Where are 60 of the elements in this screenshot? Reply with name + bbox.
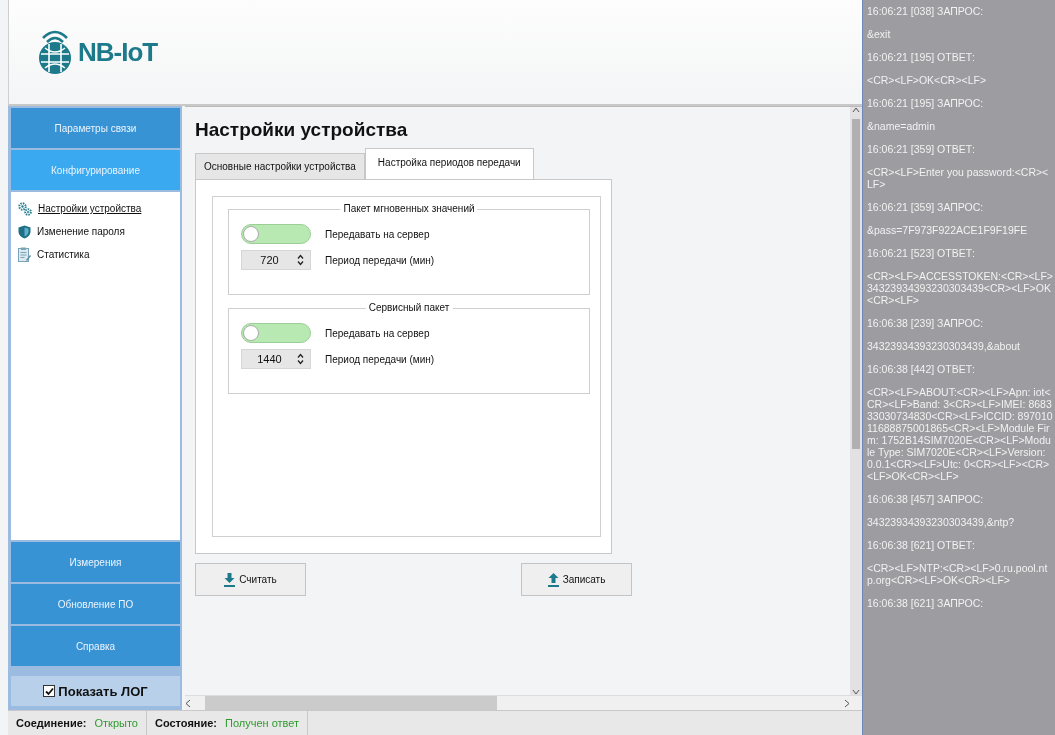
- log-line: 16:06:21 [195] ОТВЕТ:: [867, 51, 976, 63]
- toggle-switch[interactable]: [241, 323, 311, 343]
- shield-icon: [18, 224, 31, 239]
- log-line: 34323934393230303439,&about: [867, 340, 1021, 352]
- scroll-up-icon: [852, 107, 860, 113]
- status-label: Соединение:: [16, 717, 87, 729]
- log-line: 34323934393230303439,&ntp?: [867, 516, 1016, 528]
- toggle-label: Передавать на сервер: [325, 327, 430, 339]
- logo-text: NB-IoT: [78, 36, 158, 68]
- page-title: Настройки устройства: [195, 119, 408, 141]
- log-line: &name=admin: [867, 120, 936, 132]
- log-line: 16:06:38 [621] ОТВЕТ:: [867, 539, 976, 551]
- log-line: 16:06:21 [195] ЗАПРОС:: [867, 97, 985, 109]
- status-value: Открыто: [94, 717, 138, 729]
- log-line: <CR><LF>ACCESSTOKEN:<CR><LF>34323934393230303439<CR><LF>OK<CR><LF>: [867, 270, 1053, 306]
- field-label: Период передачи (мин): [325, 353, 435, 365]
- spin-arrows-icon: [297, 353, 304, 365]
- scroll-left-icon: [185, 698, 191, 708]
- toggle-label: Передавать на сервер: [325, 228, 430, 240]
- sidebar-link[interactable]: Статистика: [37, 249, 90, 260]
- toggle-switch[interactable]: [241, 224, 311, 244]
- log-line: <CR><LF>ABOUT:<CR><LF>Apn: iot<CR><LF>Band: 3<CR><LF>IMEI: 868333030734830<CR><LF>ICCID: 89701011688875001865<CR><LF>Module Firm: 1752B14SIM7020E<CR><LF>Module Type: SIM7020E<CR><LF>Version: 0.0.1<CR><LF>Utc: 0<CR><LF><CR><LF>OK<CR><LF>: [867, 386, 1053, 482]
- number-field[interactable]: 1440: [241, 349, 311, 369]
- log-line: &exit: [867, 28, 892, 40]
- scroll-down-icon: [852, 689, 860, 695]
- spin-arrows-icon: [297, 254, 304, 266]
- log-line: 16:06:38 [239] ЗАПРОС:: [867, 317, 985, 329]
- log-line: <CR><LF>OK<CR><LF>: [867, 74, 988, 86]
- field-label: Период передачи (мин): [325, 254, 435, 266]
- log-line: 16:06:21 [038] ЗАПРОС:: [867, 5, 985, 17]
- sidebar-link[interactable]: Изменение пароля: [37, 226, 125, 237]
- status-label: Состояние:: [154, 717, 217, 729]
- action-button[interactable]: Записать: [521, 563, 632, 596]
- horizontal-scrollbar[interactable]: [185, 695, 862, 710]
- clipboard-icon: [18, 247, 31, 262]
- group-title: Сервисный пакет: [365, 302, 453, 313]
- vertical-scrollbar[interactable]: [850, 107, 862, 695]
- log-line: <CR><LF>Enter you password:<CR><LF>: [867, 166, 1050, 190]
- sidebar-link[interactable]: Настройки устройства: [38, 203, 142, 214]
- tab[interactable]: Основные настройки устройства: [195, 153, 365, 179]
- status-value: Получен ответ: [225, 717, 300, 729]
- log-line: 16:06:38 [442] ОТВЕТ:: [867, 363, 976, 375]
- checkbox-label: Показать ЛОГ: [58, 683, 148, 699]
- log-line: 16:06:21 [359] ОТВЕТ:: [867, 143, 976, 155]
- tab[interactable]: Настройка периодов передачи: [364, 148, 534, 179]
- gears-icon: [18, 201, 32, 216]
- log-line: <CR><LF>NTP:<CR><LF>0.ru.pool.ntp.org<CR><LF>OK<CR><LF>: [867, 562, 1049, 586]
- check-icon: [44, 686, 54, 696]
- scroll-right-icon: [844, 698, 850, 708]
- number-field[interactable]: 720: [241, 250, 311, 270]
- log-line: &pass=7F973F922ACE1F9F19FE: [867, 224, 1029, 236]
- log-line: 16:06:38 [621] ЗАПРОС:: [867, 597, 985, 609]
- log-line: 16:06:21 [523] ОТВЕТ:: [867, 247, 976, 259]
- checkbox[interactable]: [43, 685, 56, 697]
- download-icon: [224, 572, 236, 587]
- group-title: Пакет мгновенных значений: [340, 203, 478, 214]
- log-line: 16:06:21 [359] ЗАПРОС:: [867, 201, 985, 213]
- upload-icon: [547, 572, 559, 587]
- action-button[interactable]: Считать: [195, 563, 306, 596]
- log-line: 16:06:38 [457] ЗАПРОС:: [867, 493, 985, 505]
